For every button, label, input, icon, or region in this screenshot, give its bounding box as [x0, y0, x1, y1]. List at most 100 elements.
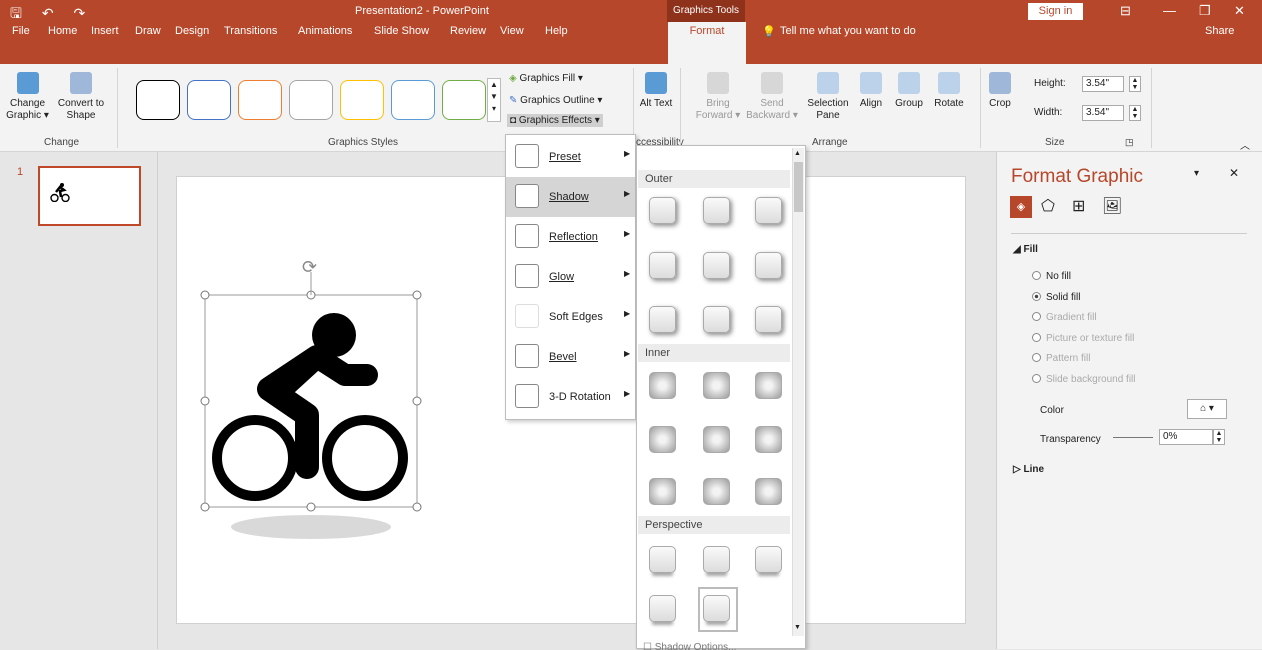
outer-shadow-swatch[interactable]: [703, 252, 730, 279]
inner-shadow-swatch[interactable]: [649, 478, 676, 505]
outer-shadow-swatch[interactable]: [703, 306, 730, 333]
inner-shadow-swatch[interactable]: [649, 372, 676, 399]
inner-shadow-swatch[interactable]: [755, 478, 782, 505]
fill-line-icon[interactable]: ◈: [1010, 196, 1032, 218]
change-graphic-button[interactable]: Change Graphic ▾: [5, 72, 50, 122]
transparency-slider[interactable]: [1113, 437, 1153, 438]
color-picker-button[interactable]: ⌂ ▾: [1187, 399, 1227, 419]
selection-pane-button[interactable]: Selection Pane: [804, 72, 852, 122]
graphics-outline-button[interactable]: ✎ Graphics Outline ▾: [509, 95, 602, 106]
ribbon-display-icon[interactable]: ⊟: [1120, 3, 1131, 19]
share-button[interactable]: Share: [1205, 25, 1234, 37]
tab-design[interactable]: Design: [175, 25, 209, 37]
size-properties-icon[interactable]: ⊞: [1072, 196, 1085, 216]
outer-shadow-swatch[interactable]: [649, 306, 676, 333]
send-backward-button[interactable]: Send Backward ▾: [746, 72, 798, 122]
outer-shadow-swatch[interactable]: [649, 197, 676, 224]
graphic-style-swatch[interactable]: [289, 80, 333, 120]
tab-transitions[interactable]: Transitions: [224, 25, 277, 37]
graphic-style-swatch[interactable]: [391, 80, 435, 120]
tab-file[interactable]: File: [12, 25, 30, 37]
outer-shadow-swatch[interactable]: [703, 197, 730, 224]
tab-review[interactable]: Review: [450, 25, 486, 37]
graphic-style-swatch[interactable]: [187, 80, 231, 120]
menu-item-reflection[interactable]: Reflection ▶: [506, 217, 635, 257]
sign-in-button[interactable]: Sign in: [1028, 3, 1083, 20]
transparency-input[interactable]: 0%: [1159, 429, 1213, 445]
fill-option[interactable]: Solid fill: [1032, 291, 1080, 303]
size-dialog-launcher-icon[interactable]: ◳: [1125, 137, 1134, 148]
transparency-stepper[interactable]: ▲ ▼: [1213, 429, 1225, 445]
gallery-scrollbar[interactable]: ▲ ▼: [792, 148, 804, 636]
outer-shadow-swatch[interactable]: [755, 252, 782, 279]
tab-insert[interactable]: Insert: [91, 25, 119, 37]
bring-forward-button[interactable]: Bring Forward ▾: [694, 72, 742, 122]
tab-slide-show[interactable]: Slide Show: [374, 25, 429, 37]
width-input[interactable]: 3.54": [1082, 105, 1124, 121]
tab-animations[interactable]: Animations: [298, 25, 352, 37]
alt-text-button[interactable]: Alt Text: [638, 72, 674, 110]
menu-item-shadow[interactable]: Shadow ▶: [506, 177, 635, 217]
radio-button[interactable]: [1032, 271, 1041, 280]
fill-section-header[interactable]: ◢ Fill: [1013, 244, 1038, 255]
graphic-style-swatch[interactable]: [238, 80, 282, 120]
graphic-style-swatch[interactable]: [136, 80, 180, 120]
scroll-down-icon[interactable]: ▼: [794, 624, 801, 631]
collapse-ribbon-icon[interactable]: ︿: [1240, 137, 1250, 152]
slide-thumbnails-pane: 1: [0, 152, 158, 649]
shadow-gallery: Outer Inner Perspective ▲ ▼ ☐ Shadow Opt…: [636, 145, 806, 650]
inner-shadow-swatch[interactable]: [703, 372, 730, 399]
pane-close-icon[interactable]: ✕: [1229, 166, 1239, 180]
menu-item-glow[interactable]: Glow ▶: [506, 257, 635, 297]
pane-options-icon[interactable]: ▾: [1194, 168, 1199, 179]
cyclist-thumbnail-icon: [50, 183, 70, 202]
radio-button[interactable]: [1032, 291, 1041, 301]
scroll-up-icon[interactable]: ▲: [794, 150, 801, 157]
outer-shadow-swatch[interactable]: [649, 252, 676, 279]
picture-icon[interactable]: 🖼: [1102, 196, 1122, 216]
graphic-style-swatch[interactable]: [442, 80, 486, 120]
convert-to-shape-button[interactable]: Convert to Shape: [56, 72, 106, 122]
rotate-button[interactable]: Rotate: [930, 72, 968, 110]
group-button[interactable]: Group: [892, 72, 926, 110]
menu-item-soft-edges[interactable]: Soft Edges ▶: [506, 297, 635, 337]
inner-shadow-swatch[interactable]: [703, 478, 730, 505]
outer-shadow-swatch[interactable]: [755, 197, 782, 224]
close-icon[interactable]: ✕: [1234, 3, 1245, 19]
restore-icon[interactable]: ❐: [1199, 3, 1211, 19]
perspective-shadow-swatch[interactable]: [649, 595, 676, 622]
inner-shadow-swatch[interactable]: [649, 426, 676, 453]
outer-shadow-swatch[interactable]: [755, 306, 782, 333]
graphic-style-swatch[interactable]: [340, 80, 384, 120]
height-input[interactable]: 3.54": [1082, 76, 1124, 92]
gallery-scroll-buttons[interactable]: ▲ ▼ ▾: [487, 78, 501, 122]
tab-view[interactable]: View: [500, 25, 524, 37]
tell-me-search[interactable]: Tell me what you want to do: [780, 25, 916, 37]
scroll-thumb[interactable]: [794, 162, 803, 212]
inner-shadow-swatch[interactable]: [755, 426, 782, 453]
perspective-shadow-swatch[interactable]: [755, 546, 782, 573]
graphics-effects-button[interactable]: ◘ Graphics Effects ▾: [507, 114, 603, 127]
fill-option[interactable]: No fill: [1032, 271, 1071, 282]
line-section-header[interactable]: ▷ Line: [1013, 464, 1044, 475]
tab-home[interactable]: Home: [48, 25, 77, 37]
height-stepper[interactable]: ▲ ▼: [1129, 76, 1141, 92]
crop-button[interactable]: Crop: [987, 72, 1013, 110]
color-label: Color: [1040, 405, 1064, 416]
slide-thumbnail[interactable]: [38, 166, 141, 226]
width-stepper[interactable]: ▲ ▼: [1129, 105, 1141, 121]
perspective-shadow-swatch[interactable]: [649, 546, 676, 573]
align-button[interactable]: Align: [856, 72, 886, 110]
graphics-fill-button[interactable]: ◈ Graphics Fill ▾: [509, 73, 583, 84]
inner-shadow-swatch[interactable]: [703, 426, 730, 453]
tab-format[interactable]: Format: [668, 22, 746, 64]
effects-pentagon-icon[interactable]: ⬠: [1041, 196, 1055, 216]
menu-item-3d-rotation[interactable]: 3-D Rotation ▶: [506, 377, 635, 417]
minimize-icon[interactable]: —: [1163, 3, 1176, 18]
perspective-shadow-swatch[interactable]: [703, 546, 730, 573]
tab-help[interactable]: Help: [545, 25, 568, 37]
tab-draw[interactable]: Draw: [135, 25, 161, 37]
menu-item-preset[interactable]: Preset ▶: [506, 137, 635, 177]
menu-item-bevel[interactable]: Bevel ▶: [506, 337, 635, 377]
inner-shadow-swatch[interactable]: [755, 372, 782, 399]
